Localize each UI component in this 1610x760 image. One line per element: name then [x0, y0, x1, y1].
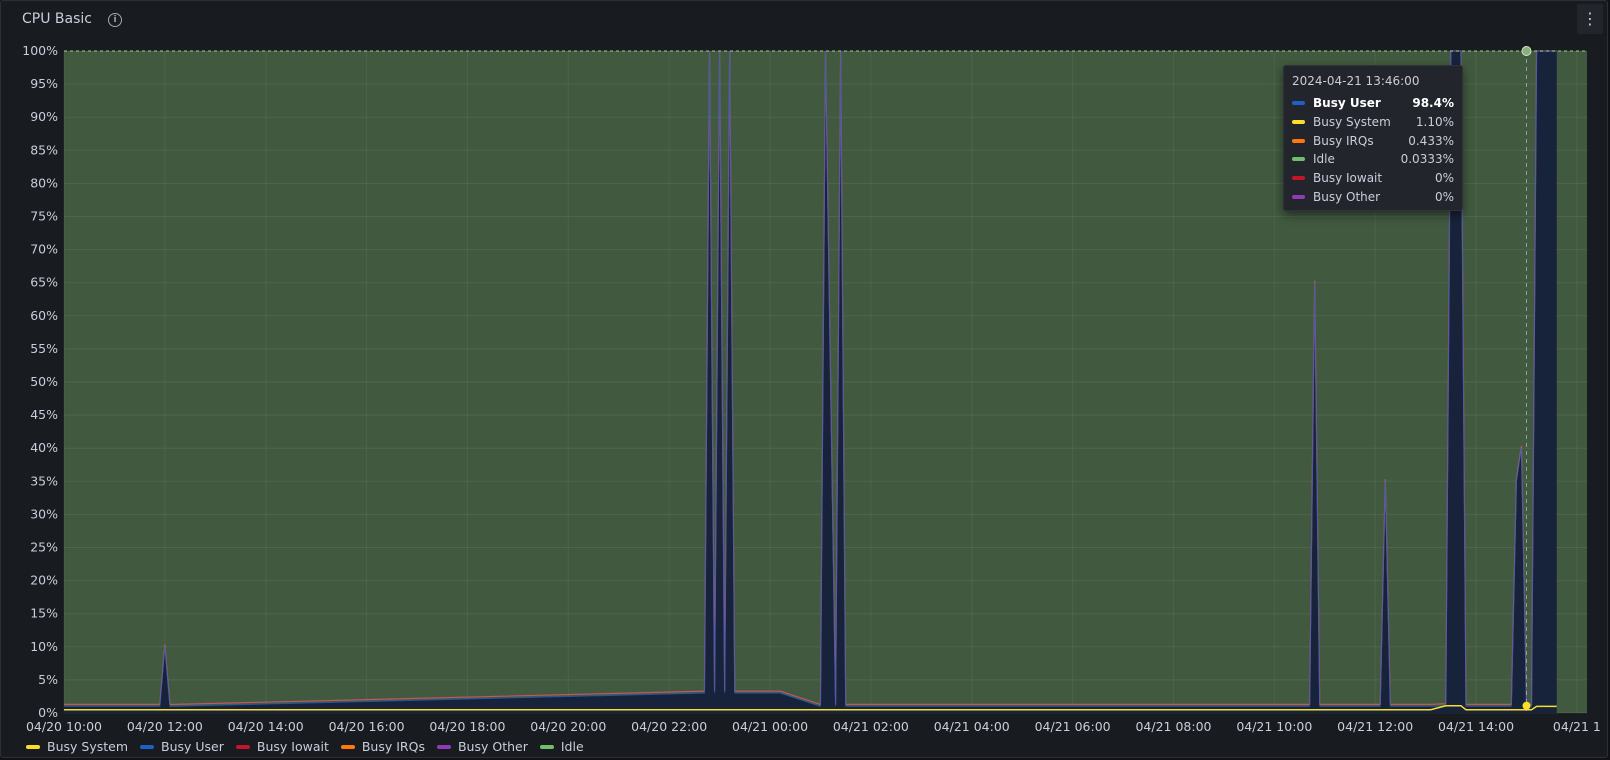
- legend-label: Busy User: [161, 739, 224, 754]
- y-tick-label: 15%: [30, 606, 58, 621]
- legend-label: Busy Iowait: [256, 739, 329, 754]
- y-tick-label: 95%: [30, 76, 58, 91]
- legend-item-busy-user[interactable]: Busy User: [140, 739, 224, 754]
- x-tick-label: 04/21 00:00: [732, 719, 808, 734]
- tooltip-row: Busy Other 0%: [1292, 187, 1454, 206]
- tooltip-swatch: [1292, 138, 1305, 143]
- tooltip-series-name: Busy System: [1313, 115, 1391, 130]
- y-tick-label: 100%: [22, 43, 58, 58]
- y-tick-label: 75%: [30, 209, 58, 224]
- legend-item-idle[interactable]: Idle: [539, 739, 584, 754]
- tooltip-series-name: Busy Other: [1313, 189, 1381, 204]
- tooltip-row: Busy IRQs 0.433%: [1292, 131, 1454, 150]
- y-tick-label: 60%: [30, 308, 58, 323]
- tooltip-series-value: 0.0333%: [1400, 152, 1454, 167]
- legend-item-busy-other[interactable]: Busy Other: [436, 739, 528, 754]
- info-icon[interactable]: i: [108, 13, 122, 27]
- hover-point-idle: [1521, 46, 1532, 56]
- panel-title: CPU Basic: [22, 11, 92, 27]
- tooltip-series-value: 0%: [1434, 189, 1454, 204]
- legend-label: Busy System: [47, 739, 128, 754]
- tooltip-series-name: Busy IRQs: [1313, 133, 1374, 148]
- x-tick-label: 04/21 14:00: [1438, 719, 1514, 734]
- y-tick-label: 45%: [30, 407, 58, 422]
- y-tick-label: 80%: [30, 175, 58, 190]
- panel-header[interactable]: CPU Basic i ⋮: [1, 1, 1607, 37]
- tooltip-series-value: 1.10%: [1415, 115, 1454, 130]
- x-tick-label: 04/20 16:00: [329, 719, 405, 734]
- x-tick-label: 04/20 10:00: [26, 719, 102, 734]
- y-tick-label: 0%: [38, 705, 58, 720]
- x-tick-label: 04/20 14:00: [228, 719, 304, 734]
- tooltip-series-name: Idle: [1313, 152, 1335, 167]
- y-tick-label: 40%: [30, 440, 58, 455]
- legend-swatch: [340, 744, 355, 749]
- legend-item-busy-system[interactable]: Busy System: [26, 739, 128, 754]
- legend-swatch: [26, 744, 40, 749]
- legend-label: Idle: [560, 739, 584, 754]
- tooltip-row: Busy Iowait 0%: [1292, 169, 1454, 188]
- tooltip-swatch: [1292, 176, 1305, 181]
- y-tick-label: 65%: [30, 275, 58, 290]
- x-tick-label: 04/20 20:00: [530, 719, 606, 734]
- tooltip-swatch: [1292, 101, 1305, 106]
- y-tick-label: 5%: [38, 672, 58, 687]
- legend-label: Busy Other: [457, 739, 528, 754]
- y-tick-label: 30%: [30, 506, 58, 521]
- tooltip-row: Busy System 1.10%: [1292, 113, 1454, 132]
- legend-item-busy-irqs[interactable]: Busy IRQs: [340, 739, 425, 754]
- y-tick-label: 50%: [30, 374, 58, 389]
- tooltip-time: 2024-04-21 13:46:00: [1292, 74, 1420, 88]
- y-tick-label: 70%: [30, 242, 58, 257]
- legend-swatch: [235, 744, 250, 749]
- tooltip-series-value: 0%: [1434, 171, 1454, 186]
- x-tick-label: 04/20 22:00: [631, 719, 707, 734]
- legend-item-busy-iowait[interactable]: Busy Iowait: [235, 739, 329, 754]
- cpu-basic-panel: CPU Basic i ⋮ 0% 5% 10% 15% 20% 25% 30% 35% 40% 4…: [0, 0, 1608, 758]
- x-tick-label: 04/21 10:00: [1236, 719, 1312, 734]
- x-tick-label: 04/21 04:00: [934, 719, 1010, 734]
- tooltip-swatch: [1292, 120, 1305, 125]
- legend: Busy System Busy User Busy Iowait Busy I…: [26, 739, 596, 754]
- x-tick-label: 04/20 18:00: [429, 719, 505, 734]
- y-tick-label: 55%: [30, 341, 58, 356]
- tooltip-row: Busy User 98.4%: [1292, 94, 1454, 113]
- x-tick-label: 04/21 1: [1553, 719, 1601, 734]
- x-tick-label: 04/21 02:00: [833, 719, 909, 734]
- tooltip-swatch: [1292, 157, 1305, 162]
- tooltip-series-name: Busy Iowait: [1313, 171, 1383, 186]
- legend-swatch: [539, 744, 554, 749]
- x-tick-label: 04/20 12:00: [127, 719, 203, 734]
- y-tick-label: 35%: [30, 473, 58, 488]
- x-tick-label: 04/21 08:00: [1135, 719, 1211, 734]
- legend-swatch: [436, 744, 451, 749]
- y-tick-label: 20%: [30, 573, 58, 588]
- tooltip-swatch: [1292, 194, 1305, 199]
- tooltip-series-value: 98.4%: [1412, 96, 1454, 111]
- tooltip-row: Idle 0.0333%: [1292, 150, 1454, 169]
- x-tick-label: 04/21 12:00: [1337, 719, 1413, 734]
- y-tick-label: 10%: [30, 639, 58, 654]
- y-tick-label: 90%: [30, 109, 58, 124]
- legend-swatch: [140, 744, 154, 749]
- chart-tooltip: 2024-04-21 13:46:00 Busy User 98.4% Busy…: [1283, 65, 1463, 211]
- legend-label: Busy IRQs: [361, 739, 425, 754]
- tooltip-series-name: Busy User: [1313, 96, 1381, 111]
- hover-point-system: [1522, 701, 1531, 710]
- y-tick-label: 85%: [30, 142, 58, 157]
- y-tick-label: 25%: [30, 540, 58, 555]
- x-tick-label: 04/21 06:00: [1035, 719, 1111, 734]
- tooltip-series-value: 0.433%: [1408, 133, 1454, 148]
- more-vertical-icon[interactable]: ⋮: [1577, 4, 1603, 34]
